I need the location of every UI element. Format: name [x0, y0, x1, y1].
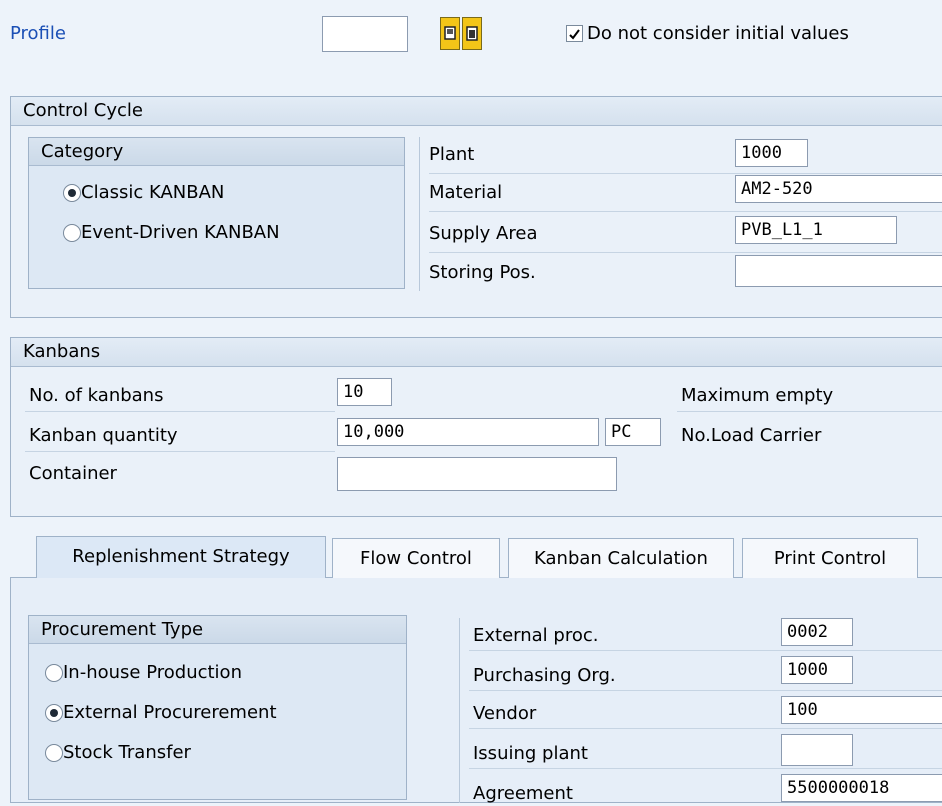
- control-cycle-title: Control Cycle: [11, 97, 942, 126]
- supply-area-input[interactable]: PVB_L1_1: [735, 216, 897, 244]
- classic-kanban-radio[interactable]: [63, 184, 81, 202]
- initial-values-checkbox[interactable]: [566, 25, 583, 42]
- profile-input[interactable]: [322, 16, 408, 52]
- no-kanbans-label: No. of kanbans: [29, 385, 164, 406]
- category-group: Category Classic KANBAN Event-Driven KAN…: [28, 137, 405, 289]
- in-house-production-label: In-house Production: [63, 662, 242, 683]
- purchasing-org-input[interactable]: 1000: [781, 656, 853, 684]
- stock-transfer-radio[interactable]: [45, 744, 63, 762]
- category-title: Category: [29, 138, 404, 166]
- load-carrier-label: No.Load Carrier: [681, 425, 822, 446]
- external-proc-input[interactable]: 0002: [781, 618, 853, 646]
- vendor-input[interactable]: 100: [781, 696, 942, 724]
- event-driven-kanban-radio[interactable]: [63, 224, 81, 242]
- initial-values-label: Do not consider initial values: [587, 23, 849, 44]
- agreement-label: Agreement: [473, 783, 573, 804]
- row-divider: [677, 411, 942, 412]
- replenishment-panel: Procurement Type In-house Production Ext…: [10, 578, 942, 804]
- event-driven-kanban-label: Event-Driven KANBAN: [81, 222, 280, 243]
- row-divider: [429, 252, 942, 253]
- plant-input[interactable]: 1000: [735, 139, 808, 167]
- storing-pos-label: Storing Pos.: [429, 262, 536, 283]
- collapse-icon[interactable]: [462, 17, 482, 50]
- issuing-plant-input[interactable]: [781, 734, 853, 766]
- procurement-type-group: Procurement Type In-house Production Ext…: [28, 615, 407, 800]
- classic-kanban-label: Classic KANBAN: [81, 182, 225, 203]
- issuing-plant-label: Issuing plant: [473, 743, 588, 764]
- row-divider: [469, 728, 942, 729]
- kanbans-title: Kanbans: [11, 338, 942, 367]
- storing-pos-input[interactable]: [735, 255, 942, 287]
- divider: [419, 137, 420, 291]
- plant-label: Plant: [429, 144, 475, 165]
- tab-print-control[interactable]: Print Control: [742, 538, 918, 578]
- row-divider: [25, 411, 335, 412]
- max-empty-label: Maximum empty: [681, 385, 834, 406]
- row-divider: [25, 451, 335, 452]
- supply-area-label: Supply Area: [429, 223, 538, 244]
- divider: [459, 618, 460, 803]
- external-proc-label: External proc.: [473, 625, 599, 646]
- row-divider: [469, 650, 942, 651]
- expand-icon[interactable]: [440, 17, 460, 50]
- row-divider: [429, 211, 942, 212]
- tab-flow-control[interactable]: Flow Control: [332, 538, 500, 578]
- kanban-quantity-input[interactable]: 10,000: [337, 418, 599, 446]
- row-divider: [429, 173, 942, 174]
- container-label: Container: [29, 463, 117, 484]
- stock-transfer-label: Stock Transfer: [63, 742, 191, 763]
- profile-label[interactable]: Profile: [10, 22, 66, 46]
- external-procurement-radio[interactable]: [45, 704, 63, 722]
- in-house-production-radio[interactable]: [45, 664, 63, 682]
- container-input[interactable]: [337, 457, 617, 491]
- row-divider: [469, 768, 942, 769]
- tab-replenishment-strategy[interactable]: Replenishment Strategy: [36, 536, 326, 578]
- row-divider: [469, 690, 942, 691]
- control-cycle-section: Control Cycle Category Classic KANBAN Ev…: [10, 96, 942, 318]
- external-procurement-label: External Procurerement: [63, 702, 277, 723]
- toolbar-icon-buttons: [440, 15, 482, 53]
- purchasing-org-label: Purchasing Org.: [473, 665, 616, 686]
- no-kanbans-input[interactable]: 10: [337, 378, 392, 406]
- vendor-label: Vendor: [473, 703, 537, 724]
- material-label: Material: [429, 182, 503, 203]
- material-input[interactable]: AM2-520: [735, 175, 942, 203]
- agreement-input[interactable]: 5500000018: [781, 774, 942, 802]
- kanban-quantity-label: Kanban quantity: [29, 425, 178, 446]
- unit-input[interactable]: PC: [605, 418, 661, 446]
- procurement-type-title: Procurement Type: [29, 616, 406, 644]
- checkmark-icon: [569, 29, 580, 40]
- kanbans-section: Kanbans No. of kanbans 10 Maximum empty …: [10, 337, 942, 517]
- tab-kanban-calculation[interactable]: Kanban Calculation: [508, 538, 734, 578]
